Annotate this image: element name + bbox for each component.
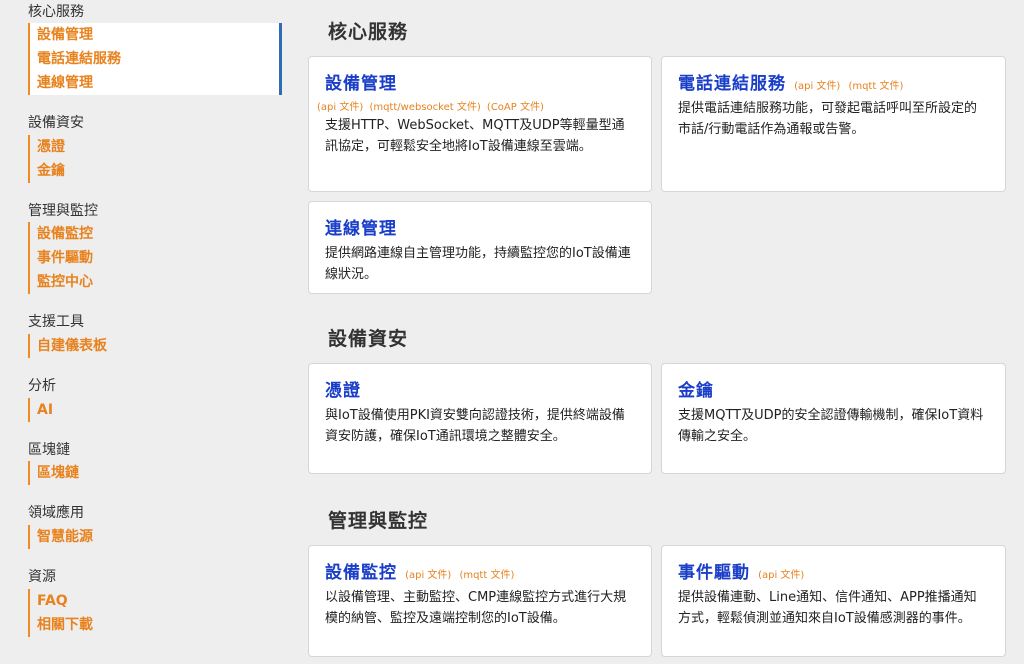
sidebar: 核心服務 設備管理 電話連結服務 連線管理 設備資安 憑證 金鑰 管理與監控 設…: [0, 0, 290, 664]
sidebar-group-title-security: 設備資安: [28, 115, 84, 131]
sidebar-group-analysis-items: AI: [28, 398, 53, 422]
sidebar-item-faq[interactable]: FAQ: [37, 589, 93, 613]
card-description: 提供網路連線自主管理功能，持續監控您的IoT設備連線狀況。: [325, 246, 631, 282]
api-doc-link[interactable]: (api 文件): [405, 570, 451, 581]
card-description: 以設備管理、主動監控、CMP連線監控方式進行大規模的納管、監控及遠端控制您的Io…: [325, 590, 627, 626]
sidebar-group-title-core: 核心服務: [28, 4, 84, 20]
api-doc-link[interactable]: (api 文件): [317, 102, 363, 113]
mqtt-doc-link[interactable]: (mqtt 文件): [459, 570, 514, 581]
sidebar-group-title-monitoring: 管理與監控: [28, 203, 98, 219]
mqtt-websocket-doc-link[interactable]: (mqtt/websocket 文件): [369, 102, 480, 113]
sidebar-item-event-driven[interactable]: 事件驅動: [37, 246, 93, 270]
sidebar-item-device-management[interactable]: 設備管理: [37, 23, 279, 47]
sidebar-item-monitoring-center[interactable]: 監控中心: [37, 270, 93, 294]
sidebar-item-key[interactable]: 金鑰: [37, 159, 65, 183]
sidebar-item-blockchain[interactable]: 區塊鏈: [37, 461, 79, 485]
sidebar-group-title-blockchain: 區塊鏈: [28, 442, 70, 458]
card-certificate: 憑證 與IoT設備使用PKI資安雙向認證技術，提供終端設備資安防護，確保IoT通…: [308, 363, 652, 474]
sidebar-group-domain-items: 智慧能源: [28, 525, 93, 549]
card-description: 提供電話連結服務功能，可發起電話呼叫至所設定的市話/行動電話作為通報或告警。: [678, 101, 978, 137]
card-title-link[interactable]: 設備管理: [325, 74, 397, 94]
card-phone-service: 電話連結服務 (api 文件) (mqtt 文件) 提供電話連結服務功能，可發起…: [661, 56, 1006, 192]
sidebar-group-title-domain: 領域應用: [28, 505, 84, 521]
sidebar-group-resources-items: FAQ 相關下載: [28, 589, 93, 637]
sidebar-item-certificate[interactable]: 憑證: [37, 135, 65, 159]
card-title-link[interactable]: 憑證: [325, 381, 361, 401]
card-description: 與IoT設備使用PKI資安雙向認證技術，提供終端設備資安防護，確保IoT通訊環境…: [325, 408, 625, 444]
sidebar-item-smart-energy[interactable]: 智慧能源: [37, 525, 93, 549]
sidebar-group-security-items: 憑證 金鑰: [28, 135, 65, 183]
section-title-core: 核心服務: [328, 21, 409, 43]
card-event-driven: 事件驅動 (api 文件) 提供設備連動、Line通知、信件通知、APP推播通知…: [661, 545, 1006, 657]
card-description: 支援MQTT及UDP的安全認證傳輸機制，確保IoT資料傳輸之安全。: [678, 408, 984, 444]
sidebar-item-downloads[interactable]: 相關下載: [37, 613, 93, 637]
sidebar-item-ai[interactable]: AI: [37, 398, 53, 422]
card-title-link[interactable]: 電話連結服務: [678, 74, 786, 94]
api-doc-link[interactable]: (api 文件): [794, 81, 840, 92]
sidebar-group-monitoring-items: 設備監控 事件驅動 監控中心: [28, 222, 93, 294]
card-title-link[interactable]: 設備監控: [325, 563, 397, 583]
card-title-link[interactable]: 連線管理: [325, 219, 397, 239]
mqtt-doc-link[interactable]: (mqtt 文件): [848, 81, 903, 92]
api-doc-link[interactable]: (api 文件): [758, 570, 804, 581]
card-connection-management: 連線管理 提供網路連線自主管理功能，持續監控您的IoT設備連線狀況。: [308, 201, 652, 294]
card-description: 支援HTTP、WebSocket、MQTT及UDP等輕量型通訊協定，可輕鬆安全地…: [325, 118, 625, 154]
sidebar-item-phone-service[interactable]: 電話連結服務: [37, 47, 279, 71]
section-title-security: 設備資安: [328, 328, 409, 350]
coap-doc-link[interactable]: (CoAP 文件): [487, 102, 544, 113]
sidebar-group-title-resources: 資源: [28, 569, 56, 585]
sidebar-item-device-monitoring[interactable]: 設備監控: [37, 222, 93, 246]
sidebar-group-title-analysis: 分析: [28, 378, 56, 394]
card-device-management: 設備管理 (api 文件) (mqtt/websocket 文件) (CoAP …: [308, 56, 652, 192]
card-title-link[interactable]: 事件驅動: [678, 563, 750, 583]
sidebar-item-dashboard[interactable]: 自建儀表板: [37, 334, 107, 358]
card-description: 提供設備連動、Line通知、信件通知、APP推播通知方式，輕鬆偵測並通知來自Io…: [678, 590, 977, 626]
card-title-link[interactable]: 金鑰: [678, 381, 714, 401]
card-device-monitoring: 設備監控 (api 文件) (mqtt 文件) 以設備管理、主動監控、CMP連線…: [308, 545, 652, 657]
sidebar-group-core-items: 設備管理 電話連結服務 連線管理: [28, 23, 282, 95]
section-title-monitoring: 管理與監控: [328, 510, 429, 532]
sidebar-group-tools-items: 自建儀表板: [28, 334, 107, 358]
sidebar-item-connection-management[interactable]: 連線管理: [37, 71, 279, 95]
sidebar-group-blockchain-items: 區塊鏈: [28, 461, 79, 485]
sidebar-group-title-tools: 支援工具: [28, 314, 84, 330]
doc-links: (api 文件) (mqtt/websocket 文件) (CoAP 文件): [317, 98, 635, 113]
card-key: 金鑰 支援MQTT及UDP的安全認證傳輸機制，確保IoT資料傳輸之安全。: [661, 363, 1006, 474]
